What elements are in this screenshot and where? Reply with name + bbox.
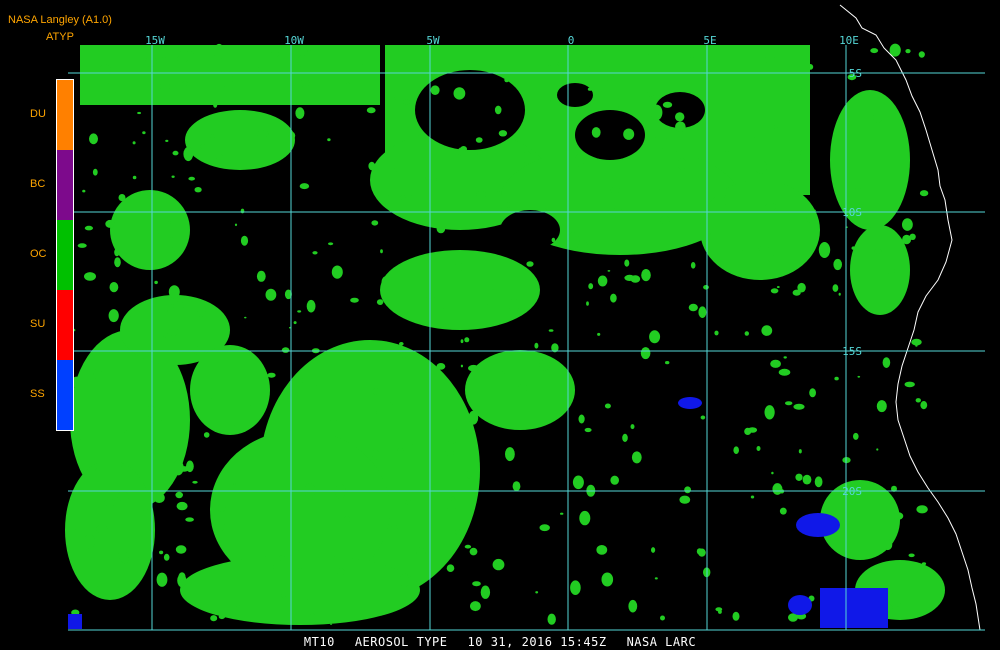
legend-label-ss: SS <box>30 388 45 400</box>
footer-datetime: 10 31, 2016 15:45Z <box>467 635 607 649</box>
lon-label-5w: 5W <box>426 34 440 47</box>
footer-satellite: MT10 <box>303 635 335 649</box>
legend-label-oc: OC <box>30 248 47 260</box>
lat-label-20s: 20S <box>842 485 862 498</box>
footer-source: NASA LARC <box>626 635 697 649</box>
legend-label-bc: BC <box>30 178 46 190</box>
footer-caption: MT10 AEROSOL TYPE 10 31, 2016 15:45Z NASA L… <box>0 635 1000 649</box>
legend-swatch-du <box>57 80 73 150</box>
lat-label-5s: 5S <box>849 67 862 80</box>
lon-label-5e: 5E <box>703 34 716 47</box>
legend-swatch-ss <box>57 360 73 430</box>
lon-label-15w: 15W <box>145 34 165 47</box>
legend-swatch-oc <box>57 220 73 290</box>
lon-label-10w: 10W <box>284 34 304 47</box>
aerosol-type-field <box>65 43 945 629</box>
legend-swatch-su <box>57 290 73 360</box>
footer-product: AEROSOL TYPE <box>354 635 448 649</box>
lon-label-0: 0 <box>568 34 575 47</box>
legend-label-du: DU <box>30 108 46 120</box>
lat-label-15s: 15S <box>842 345 862 358</box>
legend-label-su: SU <box>30 318 46 330</box>
legend-swatch-bc <box>57 150 73 220</box>
lon-label-10e: 10E <box>839 34 859 47</box>
legend-colorbar <box>56 79 74 431</box>
aerosol-map: 15W 10W 5W 0 5E 10E 5S 10S 15S 20S <box>65 4 985 631</box>
lat-label-10s: 10S <box>842 206 862 219</box>
